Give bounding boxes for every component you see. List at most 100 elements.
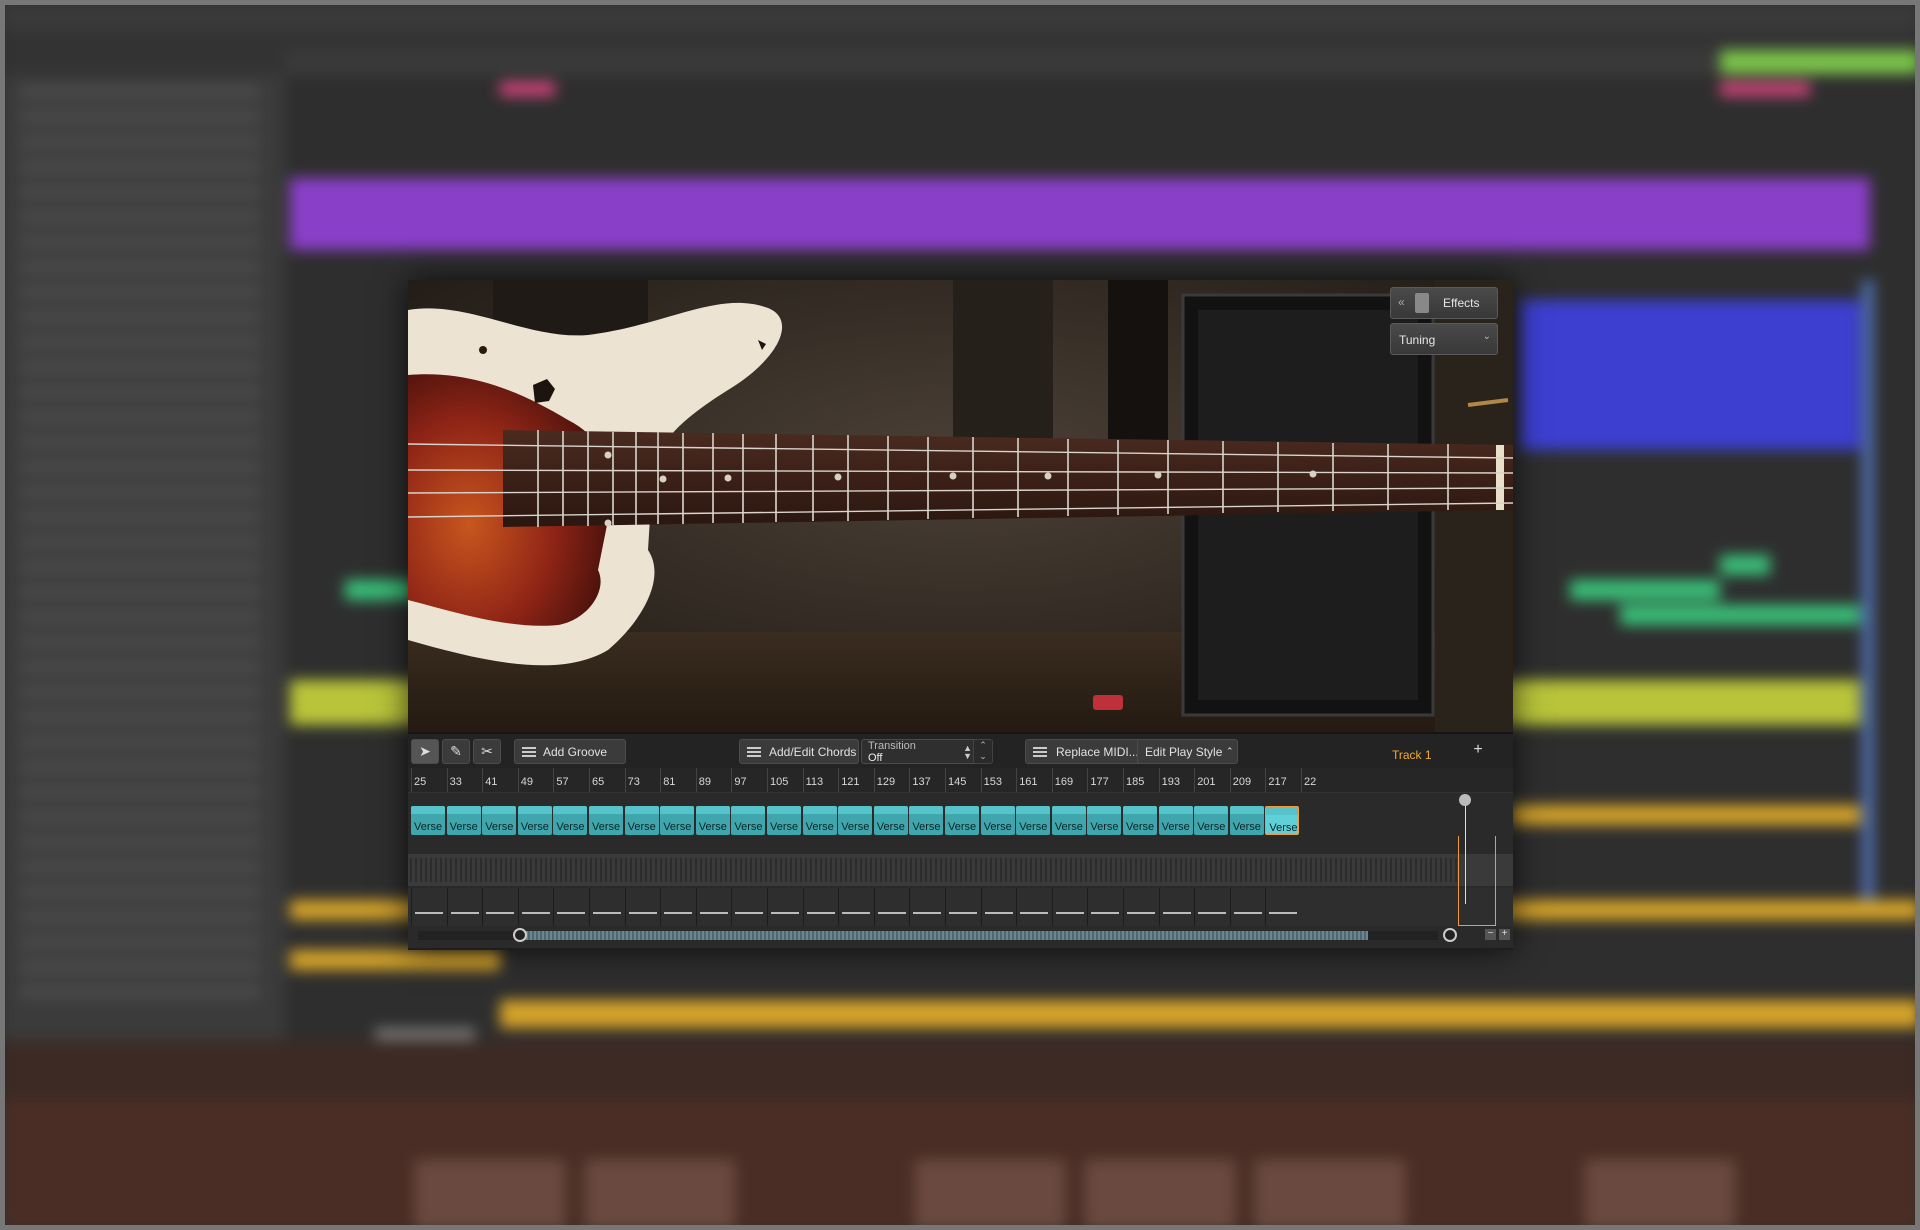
pattern-note [545,858,547,882]
chord-segment[interactable] [731,888,766,926]
pattern-note [705,858,707,882]
pattern-note [805,858,807,882]
chord-segment[interactable] [411,888,446,926]
chord-segment[interactable] [553,888,588,926]
add-groove-button[interactable]: Add Groove [514,739,626,764]
chord-segment[interactable] [945,888,980,926]
verse-section-clip[interactable]: Verse [517,806,552,835]
chord-segment[interactable] [660,888,695,926]
verse-section-clip[interactable]: Verse [624,806,659,835]
pattern-note [1440,858,1442,882]
clip-label: Verse [1232,821,1261,833]
tuning-dropdown[interactable]: Tuning ⌄ [1390,323,1498,355]
pattern-note [490,858,492,882]
verse-section-clip[interactable]: Verse [802,806,837,835]
verse-section-clip[interactable]: Verse [945,806,979,835]
chord-segment[interactable] [482,888,517,926]
pattern-note [700,858,702,882]
bar-ruler[interactable]: 25 33 41 49 57 65 73 81 89 97 105 113 121 129 137 145 15… [408,768,1513,793]
verse-section-clip[interactable]: Verse [1016,806,1051,835]
chord-segment[interactable] [767,888,802,926]
chord-segment[interactable] [1123,888,1158,926]
chord-segment[interactable] [1229,888,1265,926]
clip-label: Verse [627,821,656,833]
verse-section-clip[interactable]: Verse [1123,806,1157,835]
playhead-handle[interactable] [1459,794,1471,806]
chord-segment[interactable] [1087,888,1122,926]
chord-segment[interactable] [980,888,1016,926]
chord-segment[interactable] [1051,888,1087,926]
verse-section-clip[interactable]: Verse [411,806,445,835]
verse-section-clip[interactable]: Verse [873,806,908,835]
bar-number: 105 [770,776,789,788]
chord-segment[interactable] [589,888,624,926]
verse-section-clip[interactable]: Verse [909,806,944,835]
up-down-arrows-icon: ▲ ▼ [963,743,972,761]
add-edit-chords-button[interactable]: Add/Edit Chords [739,739,859,764]
bar-number: 209 [1232,776,1252,788]
pencil-tool-button[interactable]: ✎ [442,739,470,764]
clip-header [1123,806,1157,814]
pattern-note [1285,858,1287,882]
verse-section-clip[interactable]: Verse [767,806,801,835]
verse-section-clip[interactable]: Verse [1158,806,1193,835]
verse-section-clip[interactable]: Verse [1051,806,1086,835]
replace-midi-button[interactable]: Replace MIDI... [1025,739,1145,764]
zoom-out-button[interactable]: − [1485,929,1496,940]
scroll-start-handle[interactable] [513,928,527,942]
select-tool-button[interactable]: ➤ [411,739,439,764]
pattern-note [1000,858,1002,882]
pattern-note [875,858,877,882]
verse-section-clip[interactable]: Verse [589,806,623,835]
verse-section-clip[interactable]: Verse [446,806,481,835]
verse-section-clip[interactable]: Verse [1229,806,1264,835]
pattern-note [760,858,762,882]
pattern-note [925,858,927,882]
pattern-note [1290,858,1292,882]
chord-segment[interactable] [1194,888,1229,926]
effects-button[interactable]: « Effects [1390,287,1498,319]
edit-play-style-label: Edit Play Style [1145,745,1223,759]
chord-segment[interactable] [446,888,482,926]
chord-segment[interactable] [873,888,909,926]
chord-segment[interactable] [624,888,660,926]
verse-section-clip[interactable]: Verse [838,806,873,835]
verse-section-clip[interactable]: Verse [1194,806,1229,835]
chord-segment[interactable] [695,888,731,926]
edit-play-style-button[interactable]: Edit Play Style ⌃ [1137,739,1238,764]
horizontal-scrollbar[interactable] [418,928,1457,942]
verse-section-clip[interactable]: Verse [980,806,1015,835]
pattern-note [1015,858,1017,882]
clip-label: Verse [983,821,1012,833]
chord-segment[interactable] [517,888,553,926]
pattern-note [820,858,822,882]
scissors-tool-button[interactable]: ✂ [473,739,501,764]
verse-section-clip[interactable]: Verse [1265,806,1300,835]
pattern-note [1210,858,1212,882]
chord-segment[interactable] [909,888,944,926]
verse-section-clip[interactable]: Verse [695,806,730,835]
transition-stepper[interactable]: ⌃ ⌄ [973,739,993,764]
chord-segment[interactable] [838,888,873,926]
clip-header [446,806,481,814]
chord-segment[interactable] [1158,888,1194,926]
clip-label: Verse [876,821,905,833]
verse-section-clip[interactable]: Verse [482,806,517,835]
scrollbar-thumb[interactable] [518,931,1368,940]
track-name[interactable]: Track 1 [1392,748,1432,762]
chord-segment[interactable] [1016,888,1051,926]
add-track-button[interactable]: + [1463,741,1493,766]
pattern-note [930,858,932,882]
verse-section-clip[interactable]: Verse [731,806,766,835]
bar-tick [1051,768,1053,792]
chord-segment[interactable] [802,888,838,926]
verse-section-clip[interactable]: Verse [660,806,695,835]
verse-section-clip[interactable]: Verse [553,806,588,835]
verse-section-clip[interactable]: Verse [1087,806,1122,835]
pattern-note [610,858,612,882]
chord-segment[interactable] [1265,888,1300,926]
zoom-in-button[interactable]: + [1499,929,1510,940]
scroll-end-handle[interactable] [1443,928,1457,942]
transition-selector[interactable]: Transition Off ▲ ▼ [861,739,979,764]
clip-label: Verse [1161,821,1190,833]
